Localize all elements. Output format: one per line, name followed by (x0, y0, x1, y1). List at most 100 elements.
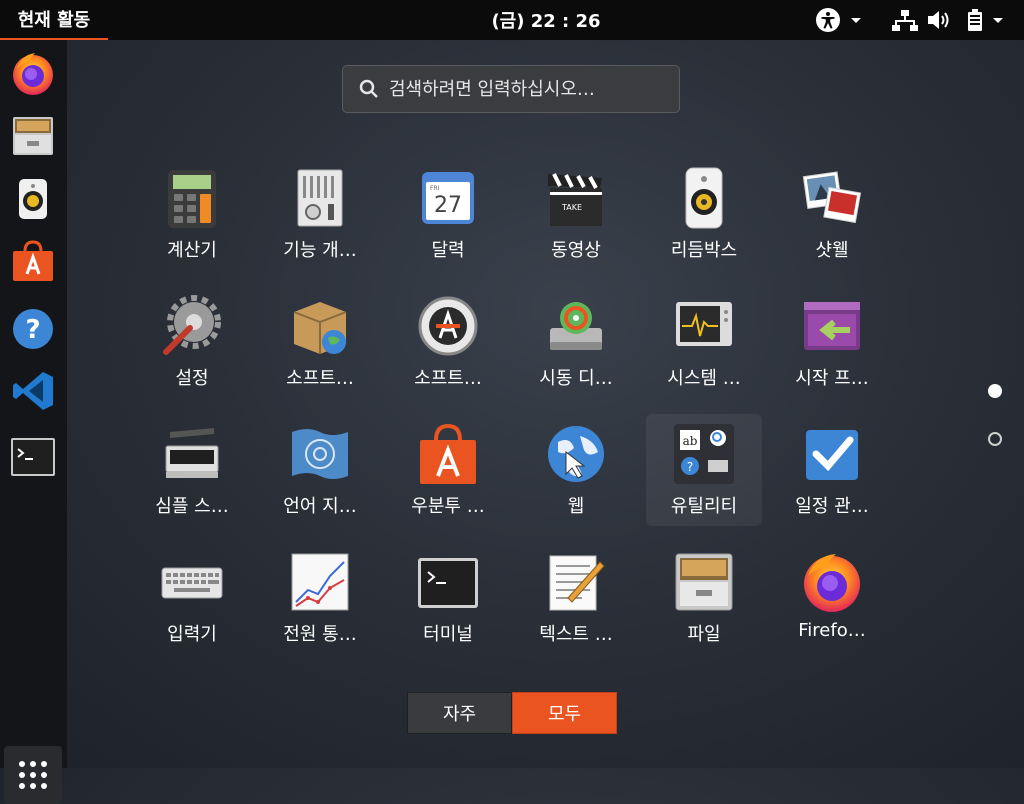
chevron-down-icon (993, 18, 1003, 23)
app-scanner[interactable]: 심플 스… (134, 414, 250, 526)
app-utilities-folder[interactable]: ab? 유틸리티 (646, 414, 762, 526)
page-indicator-1[interactable] (988, 384, 1002, 398)
accessibility-icon (816, 8, 840, 32)
top-bar: 현재 활동 (금) 22 : 26 (0, 0, 1024, 40)
terminal-icon (11, 438, 55, 476)
app-settings-gear[interactable]: 설정 (134, 286, 250, 398)
app-speaker[interactable]: 리듬박스 (646, 158, 762, 270)
app-control-panel[interactable]: 기능 개… (262, 158, 378, 270)
accessibility-menu[interactable] (814, 0, 864, 40)
settings-gear-icon (160, 294, 224, 358)
dock-item-terminal[interactable] (8, 432, 58, 482)
app-startup-apps[interactable]: 시작 프… (774, 286, 890, 398)
startup-disk-icon (544, 294, 608, 358)
network-icon (892, 10, 918, 31)
firefox-icon (13, 53, 53, 95)
startup-apps-icon (800, 294, 864, 358)
app-label: 일정 관… (795, 496, 869, 517)
app-firefox[interactable]: Firefo… (774, 542, 890, 654)
app-label: 전원 통… (283, 624, 357, 645)
dock-item-rhythmbox[interactable] (8, 174, 58, 224)
clapperboard-icon: TAKE (544, 166, 608, 230)
speaker-icon (672, 166, 736, 230)
checkbox-icon (800, 422, 864, 486)
photos-icon (800, 166, 864, 230)
app-checkbox[interactable]: 일정 관… (774, 414, 890, 526)
file-cabinet-icon (672, 550, 736, 614)
page-indicator-2[interactable] (988, 432, 1002, 446)
volume-icon (928, 11, 949, 29)
app-software-update[interactable]: 소프트… (390, 286, 506, 398)
language-flag-icon (288, 422, 352, 486)
frequent-tab[interactable]: 자주 (407, 692, 512, 734)
app-photos[interactable]: 샷웰 (774, 158, 890, 270)
app-startup-disk[interactable]: 시동 디… (518, 286, 634, 398)
dock: ? (0, 40, 67, 804)
app-label: 웹 (567, 496, 585, 517)
app-label: Firefo… (798, 620, 866, 641)
all-tab[interactable]: 모두 (512, 692, 617, 734)
web-globe-icon (544, 422, 608, 486)
firefox-icon (800, 550, 864, 614)
svg-text:?: ? (687, 460, 693, 474)
speaker-icon (19, 179, 47, 219)
dock-item-vscode[interactable] (8, 366, 58, 416)
calculator-icon (160, 166, 224, 230)
control-panel-icon (288, 166, 352, 230)
dock-item-ubuntu-software[interactable] (8, 236, 58, 286)
utilities-folder-icon: ab? (672, 422, 736, 486)
app-system-monitor[interactable]: 시스템 … (646, 286, 762, 398)
file-cabinet-icon (13, 117, 53, 155)
vscode-icon (13, 372, 53, 410)
app-clapperboard[interactable]: TAKE 동영상 (518, 158, 634, 270)
show-applications-button[interactable] (4, 746, 62, 804)
battery-icon (968, 9, 982, 31)
app-label: 계산기 (167, 240, 217, 261)
app-label: 동영상 (551, 240, 601, 261)
app-ubuntu-bag[interactable]: 우분투 … (390, 414, 506, 526)
ubuntu-bag-icon (416, 422, 480, 486)
app-label: 텍스트 … (539, 624, 613, 645)
app-label: 소프트… (414, 368, 482, 389)
app-label: 우분투 … (411, 496, 485, 517)
app-label: 기능 개… (283, 240, 357, 261)
dock-item-firefox[interactable] (8, 48, 58, 98)
svg-text:?: ? (25, 315, 40, 345)
dock-item-help[interactable]: ? (8, 304, 58, 354)
calendar-icon: 27 FRI (416, 166, 480, 230)
app-label: 시작 프… (795, 368, 869, 389)
app-language-flag[interactable]: 언어 지… (262, 414, 378, 526)
app-software-box[interactable]: 소프트… (262, 286, 378, 398)
app-keyboard[interactable]: 입력기 (134, 542, 250, 654)
app-label: 유틸리티 (670, 496, 738, 517)
search-input[interactable] (387, 77, 671, 101)
search-box[interactable] (342, 65, 680, 113)
app-text-editor[interactable]: 텍스트 … (518, 542, 634, 654)
svg-text:ab: ab (683, 434, 698, 448)
app-calculator[interactable]: 계산기 (134, 158, 250, 270)
app-calendar[interactable]: 27 FRI 달력 (390, 158, 506, 270)
app-label: 파일 (687, 624, 721, 645)
app-terminal[interactable]: 터미널 (390, 542, 506, 654)
help-icon: ? (13, 309, 53, 349)
system-monitor-icon (672, 294, 736, 358)
app-label: 시동 디… (539, 368, 613, 389)
app-label: 설정 (175, 368, 209, 389)
terminal-icon (416, 550, 480, 614)
app-file-cabinet[interactable]: 파일 (646, 542, 762, 654)
text-editor-icon (544, 550, 608, 614)
view-toggle: 자주 모두 (407, 692, 617, 734)
app-web-globe[interactable]: 웹 (518, 414, 634, 526)
app-label: 소프트… (286, 368, 354, 389)
dock-item-files[interactable] (8, 110, 58, 160)
search-icon (359, 79, 378, 98)
ubuntu-software-icon (13, 240, 53, 281)
activities-button[interactable]: 현재 활동 (0, 0, 108, 40)
system-menu[interactable] (892, 0, 1006, 40)
app-label: 리듬박스 (670, 240, 738, 261)
app-label: 달력 (431, 240, 465, 261)
clock[interactable]: (금) 22 : 26 (436, 0, 656, 40)
app-label: 심플 스… (155, 496, 229, 517)
app-power-chart[interactable]: 전원 통… (262, 542, 378, 654)
svg-text:TAKE: TAKE (561, 203, 582, 212)
